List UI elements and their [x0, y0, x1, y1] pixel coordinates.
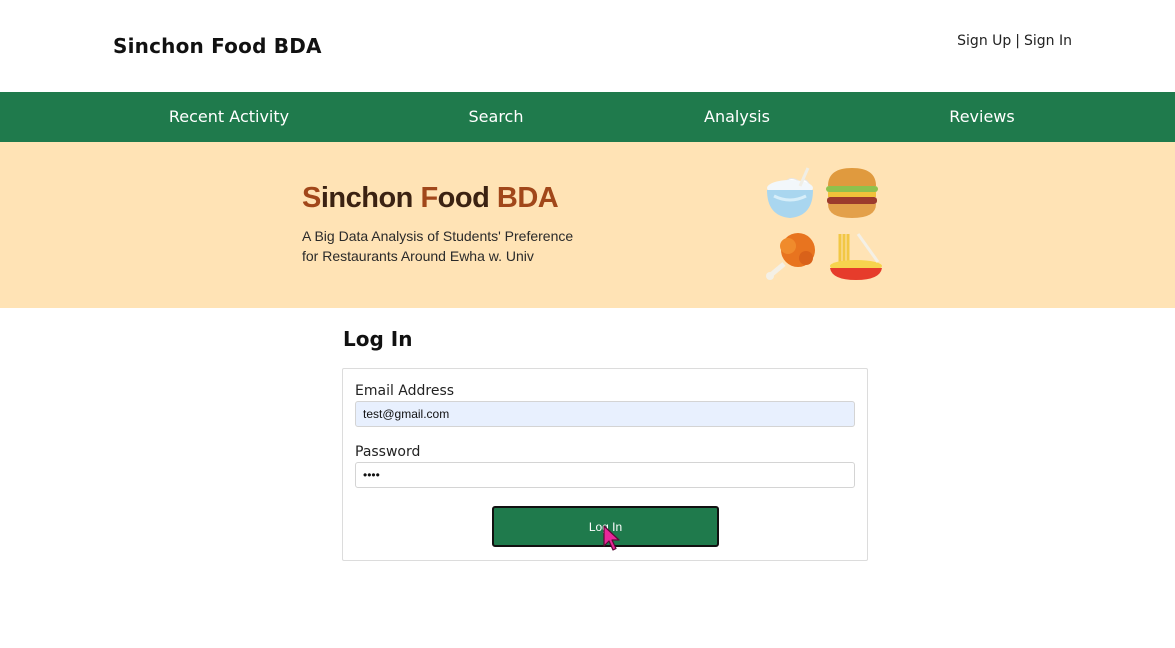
email-label: Email Address: [355, 383, 455, 399]
banner-title: Sinchon Food BDA: [302, 182, 559, 214]
auth-separator: |: [1015, 33, 1020, 49]
main-nav: Recent Activity Search Analysis Reviews: [0, 92, 1175, 142]
nav-item-analysis[interactable]: Analysis: [704, 92, 770, 142]
banner-subtitle: A Big Data Analysis of Students' Prefere…: [302, 226, 573, 266]
login-title: Log In: [343, 327, 413, 351]
nav-item-reviews[interactable]: Reviews: [949, 92, 1014, 142]
password-label: Password: [355, 444, 421, 460]
login-form: Email Address Password Log In: [342, 368, 868, 561]
password-field[interactable]: [355, 462, 855, 488]
food-illustration: [766, 167, 882, 280]
rice-bowl-icon: [767, 167, 813, 218]
email-field[interactable]: [355, 401, 855, 427]
login-button[interactable]: Log In: [492, 506, 719, 547]
sign-in-link[interactable]: Sign In: [1024, 33, 1072, 49]
auth-links: Sign Up | Sign In: [957, 33, 1072, 49]
nav-item-search[interactable]: Search: [469, 92, 524, 142]
hero-banner: Sinchon Food BDA A Big Data Analysis of …: [0, 142, 1175, 308]
fried-chicken-icon: [766, 233, 815, 280]
site-title[interactable]: Sinchon Food BDA: [113, 34, 322, 58]
noodles-icon: [830, 233, 882, 280]
burger-icon: [826, 168, 878, 218]
banner-subtitle-line1: A Big Data Analysis of Students' Prefere…: [302, 228, 574, 244]
nav-item-recent-activity[interactable]: Recent Activity: [169, 92, 289, 142]
header: Sinchon Food BDA Sign Up | Sign In: [0, 0, 1175, 92]
banner-subtitle-line2: for Restaurants Around Ewha w. Univ: [302, 248, 534, 264]
sign-up-link[interactable]: Sign Up: [957, 33, 1011, 49]
